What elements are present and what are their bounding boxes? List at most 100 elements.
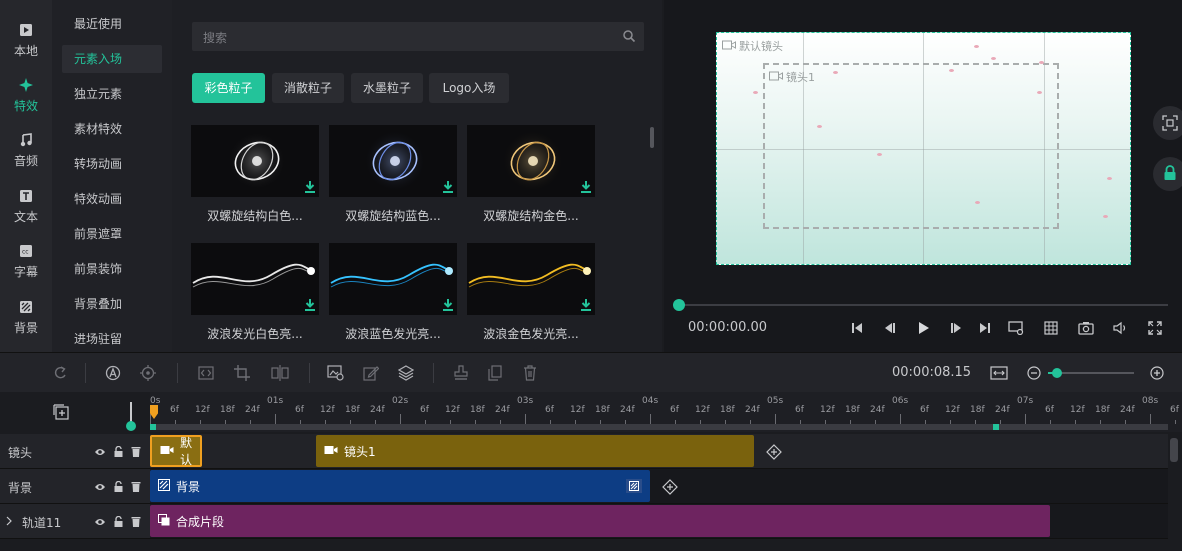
- camera1-frame[interactable]: 镜头1: [763, 63, 1059, 229]
- effect-card[interactable]: 波浪发光白色亮...: [191, 243, 319, 342]
- search-icon[interactable]: [622, 29, 636, 46]
- rail-item-subtitle[interactable]: cc 字幕: [0, 233, 52, 289]
- effect-card[interactable]: 双螺旋结构蓝色...: [329, 125, 457, 224]
- effect-card[interactable]: 波浪蓝色发光亮...: [329, 243, 457, 342]
- category-element-entrance[interactable]: 元素入场: [62, 45, 162, 73]
- next-frame-icon[interactable]: [948, 320, 964, 336]
- timeline-vertical-scrollbar[interactable]: [1170, 438, 1178, 462]
- trash-icon[interactable]: [131, 481, 141, 495]
- chip-logo-entrance[interactable]: Logo入场: [429, 73, 509, 103]
- edit-icon[interactable]: [362, 364, 380, 382]
- add-keyframe-icon[interactable]: [766, 444, 782, 460]
- playback-progress-knob[interactable]: [673, 299, 685, 311]
- zoom-in-icon[interactable]: [1148, 364, 1166, 382]
- category-transition[interactable]: 转场动画: [62, 150, 162, 178]
- category-effect-animation[interactable]: 特效动画: [62, 185, 162, 213]
- fit-timeline-icon[interactable]: [990, 364, 1008, 382]
- skip-to-start-icon[interactable]: [849, 320, 865, 336]
- category-standalone[interactable]: 独立元素: [62, 80, 162, 108]
- play-icon[interactable]: [916, 320, 932, 336]
- redo-icon[interactable]: [51, 364, 69, 382]
- add-track-icon[interactable]: [53, 404, 69, 423]
- zoom-slider-knob[interactable]: [1052, 368, 1062, 378]
- eye-icon[interactable]: [94, 446, 106, 460]
- download-icon[interactable]: [442, 298, 454, 312]
- clip-composite[interactable]: 合成片段: [150, 505, 1050, 537]
- effect-title: 波浪蓝色发光亮...: [345, 327, 441, 341]
- stamp-icon[interactable]: [452, 364, 470, 382]
- rail-item-text[interactable]: 文本: [0, 178, 52, 234]
- add-keyframe-icon[interactable]: [662, 479, 678, 495]
- delete-icon[interactable]: [521, 364, 539, 382]
- category-background-overlay[interactable]: 背景叠加: [62, 290, 162, 318]
- download-icon[interactable]: [304, 298, 316, 312]
- search-input[interactable]: 搜索: [192, 22, 644, 51]
- auto-adjust-icon[interactable]: [104, 364, 122, 382]
- snapshot-camera-icon[interactable]: [1078, 320, 1094, 336]
- track-lane[interactable]: 合成片段: [150, 504, 1168, 539]
- clip-background[interactable]: 背景: [150, 470, 650, 502]
- split-code-icon[interactable]: [197, 364, 215, 382]
- unlock-icon[interactable]: [113, 515, 124, 530]
- zoom-out-icon[interactable]: [1025, 364, 1043, 382]
- range-start-marker[interactable]: [150, 424, 156, 430]
- download-icon[interactable]: [580, 298, 592, 312]
- copy-icon[interactable]: [486, 364, 504, 382]
- track-height-knob[interactable]: [126, 421, 136, 431]
- unlock-icon[interactable]: [113, 480, 124, 495]
- effect-card[interactable]: 双螺旋结构白色...: [191, 125, 319, 224]
- effects-scrollbar[interactable]: [650, 127, 654, 148]
- download-icon[interactable]: [442, 180, 454, 194]
- skip-to-end-icon[interactable]: [977, 320, 993, 336]
- unlock-icon[interactable]: [113, 445, 124, 460]
- chip-dissipate-particles[interactable]: 消散粒子: [272, 73, 344, 103]
- background-icon: [18, 299, 34, 315]
- category-material-effects[interactable]: 素材特效: [62, 115, 162, 143]
- volume-icon[interactable]: [1113, 320, 1129, 336]
- effect-card[interactable]: 波浪金色发光亮...: [467, 243, 595, 342]
- image-settings-icon[interactable]: [327, 364, 345, 382]
- rail-item-local[interactable]: 本地: [0, 12, 52, 68]
- clip-camera1[interactable]: 镜头1: [316, 435, 754, 467]
- previous-frame-icon[interactable]: [882, 320, 898, 336]
- clip-default-camera[interactable]: 默认: [150, 435, 202, 467]
- rail-item-effects[interactable]: 特效: [0, 67, 52, 123]
- target-icon[interactable]: [139, 364, 157, 382]
- download-icon[interactable]: [580, 180, 592, 194]
- download-icon[interactable]: [304, 180, 316, 194]
- chevron-right-icon[interactable]: [6, 515, 12, 529]
- grid-icon[interactable]: [1043, 320, 1059, 336]
- layers-icon[interactable]: [397, 364, 415, 382]
- category-foreground-mask[interactable]: 前景遮罩: [62, 220, 162, 248]
- category-foreground-decor[interactable]: 前景装饰: [62, 255, 162, 283]
- category-entry-stay[interactable]: 进场驻留: [62, 325, 162, 353]
- ruler-frame-label: 6f: [420, 405, 429, 415]
- category-recent[interactable]: 最近使用: [62, 10, 162, 38]
- trash-icon[interactable]: [131, 516, 141, 530]
- trash-icon[interactable]: [131, 446, 141, 460]
- track-lane[interactable]: 背景: [150, 469, 1168, 504]
- rail-item-audio[interactable]: 音频: [0, 122, 52, 178]
- background-icon: [158, 478, 170, 494]
- chip-color-particles[interactable]: 彩色粒子: [192, 73, 265, 103]
- eye-icon[interactable]: [94, 481, 106, 495]
- lock-ratio-button[interactable]: [1153, 157, 1182, 191]
- fullscreen-icon[interactable]: [1147, 320, 1163, 336]
- mirror-icon[interactable]: [271, 364, 289, 382]
- monitor-settings-icon[interactable]: [1008, 320, 1024, 336]
- fit-frame-button[interactable]: [1153, 106, 1182, 140]
- playback-progress-track[interactable]: [678, 304, 1168, 306]
- crop-icon[interactable]: [233, 364, 251, 382]
- preview-canvas[interactable]: 默认镜头 镜头1: [716, 32, 1131, 265]
- effect-card[interactable]: 双螺旋结构金色...: [467, 125, 595, 224]
- eye-icon[interactable]: [94, 516, 106, 530]
- ruler-tick: [1175, 420, 1176, 424]
- timeline-range-bar[interactable]: [150, 424, 1168, 430]
- rail-item-background[interactable]: 背景: [0, 289, 52, 345]
- range-end-marker[interactable]: [993, 424, 999, 430]
- music-note-icon: [18, 132, 34, 148]
- chip-ink-particles[interactable]: 水墨粒子: [351, 73, 423, 103]
- text-icon: [18, 188, 34, 204]
- petal: [974, 45, 979, 48]
- track-lane[interactable]: 默认 镜头1: [150, 434, 1168, 469]
